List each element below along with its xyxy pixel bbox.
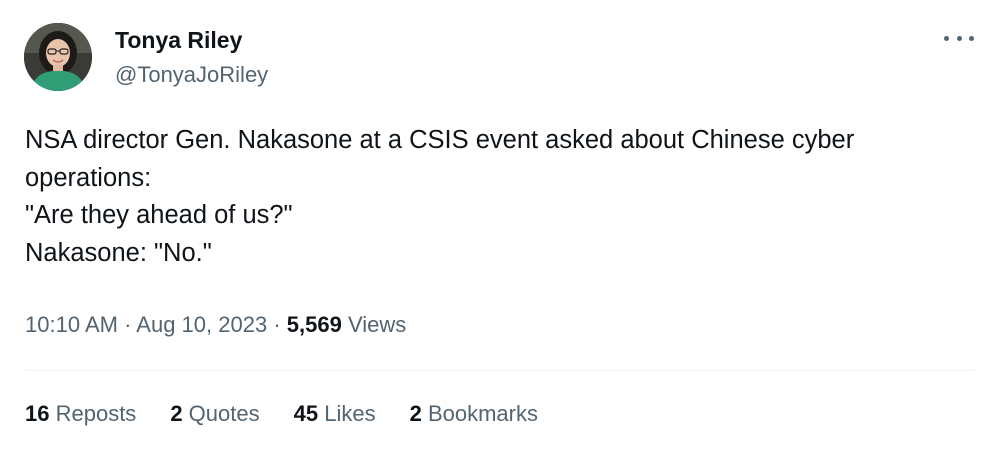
tweet-line: NSA director Gen. Nakasone at a CSIS eve… bbox=[25, 126, 855, 154]
views-label: Views bbox=[341, 312, 407, 337]
reposts-link[interactable]: 16 Reposts bbox=[25, 398, 136, 430]
bookmarks-label: Bookmarks bbox=[421, 401, 538, 426]
tweet-text: NSA director Gen. Nakasone at a CSIS eve… bbox=[25, 122, 985, 272]
likes-link[interactable]: 45 Likes bbox=[294, 398, 376, 430]
author-handle[interactable]: @TonyaJoRiley bbox=[115, 61, 268, 89]
bookmarks-count: 2 bbox=[409, 401, 422, 426]
tweet-meta: 10:10 AM · Aug 10, 2023 · 5,569 Views bbox=[25, 309, 406, 341]
quotes-count: 2 bbox=[170, 401, 183, 426]
tweet-line: "Are they ahead of us?" bbox=[25, 201, 293, 229]
dot-icon bbox=[944, 35, 949, 41]
avatar-image bbox=[24, 23, 92, 91]
views-count: 5,569 bbox=[286, 312, 342, 337]
meta-separator: · bbox=[267, 312, 287, 337]
quotes-link[interactable]: 2 Quotes bbox=[170, 398, 259, 430]
tweet-line: operations: bbox=[25, 163, 152, 192]
reposts-count: 16 bbox=[25, 401, 50, 426]
quotes-label: Quotes bbox=[182, 401, 260, 426]
likes-label: Likes bbox=[318, 401, 376, 426]
engagement-stats: 16 Reposts 2 Quotes 45 Likes 2 Bookmarks bbox=[25, 398, 572, 430]
bookmarks-link[interactable]: 2 Bookmarks bbox=[410, 398, 538, 430]
avatar[interactable] bbox=[24, 23, 92, 91]
likes-count: 45 bbox=[293, 401, 319, 426]
tweet-time[interactable]: 10:10 AM bbox=[25, 312, 118, 337]
tweet-date[interactable]: Aug 10, 2023 bbox=[136, 312, 267, 337]
author-name[interactable]: Tonya Riley bbox=[115, 26, 242, 54]
tweet-line: Nakasone: "No." bbox=[25, 238, 212, 267]
tweet-card: Tonya Riley @TonyaJoRiley NSA director G… bbox=[0, 0, 1000, 450]
reposts-label: Reposts bbox=[49, 401, 137, 426]
dot-icon bbox=[956, 35, 962, 41]
divider bbox=[25, 370, 975, 371]
meta-separator: · bbox=[117, 312, 137, 337]
dot-icon bbox=[969, 35, 974, 41]
more-options-icon[interactable] bbox=[944, 28, 974, 48]
